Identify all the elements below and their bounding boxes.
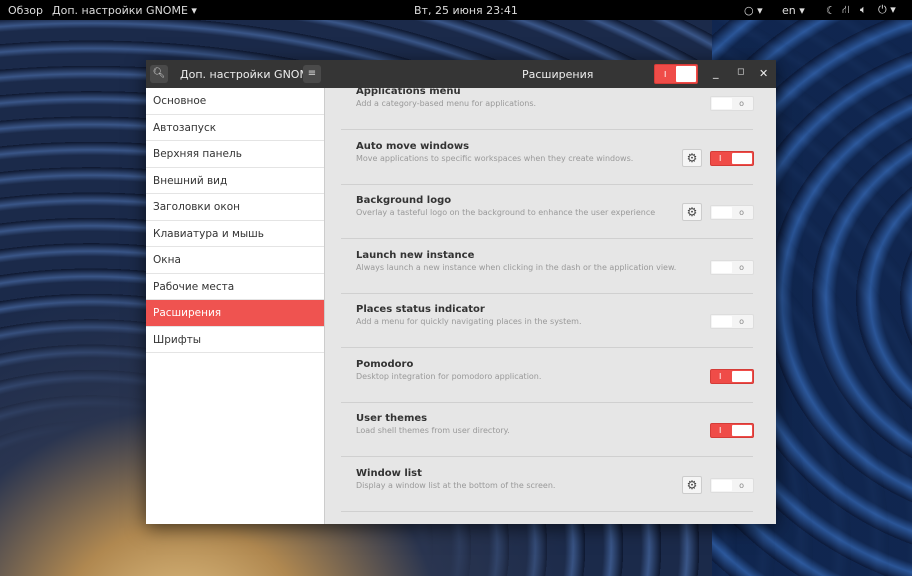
extensions-list[interactable]: Applications menu Add a category-based me… bbox=[326, 88, 776, 524]
hamburger-icon: ≡ bbox=[307, 68, 317, 79]
extension-description: Move applications to specific workspaces… bbox=[356, 153, 634, 163]
volume-icon[interactable]: 🔈︎ bbox=[860, 3, 867, 17]
extension-title: Applications menu bbox=[356, 88, 461, 97]
extension-toggle[interactable]: I bbox=[710, 368, 754, 384]
extension-row: Places status indicator Add a menu for qu… bbox=[341, 294, 754, 348]
extension-description: Load shell themes from user directory. bbox=[356, 426, 510, 435]
sidebar-item[interactable]: Рабочие места bbox=[146, 274, 324, 300]
extension-title: Pomodoro bbox=[356, 358, 414, 370]
extension-title: User themes bbox=[356, 413, 428, 424]
page-title: Расширения bbox=[522, 68, 594, 81]
sidebar-item[interactable]: Автозапуск bbox=[146, 115, 324, 141]
extension-row: Launch new instance Always launch a new i… bbox=[341, 240, 754, 294]
top-bar: Обзор Доп. настройки GNOME ▾ Вт, 25 июня… bbox=[0, 0, 912, 20]
sidebar-item[interactable]: Расширения bbox=[146, 300, 324, 327]
extension-row: Background logo Overlay a tasteful logo o… bbox=[341, 185, 754, 239]
extension-description: Add a menu for quickly navigating places… bbox=[356, 317, 582, 326]
sidebar: Основное Автозапуск Верхняя панель Внешний … bbox=[146, 88, 325, 524]
extension-description: Add a category-based menu for applicatio… bbox=[356, 99, 537, 108]
extension-row: Auto move windows Move applications to sp… bbox=[341, 131, 754, 185]
close-button[interactable]: ✕ bbox=[759, 67, 768, 80]
extension-toggle[interactable]: I bbox=[710, 150, 754, 166]
app-menu-button[interactable]: Доп. настройки GNOME ▾ bbox=[52, 4, 197, 17]
extension-description: Display a window list at the bottom of t… bbox=[356, 480, 556, 490]
extension-title: Launch new instance bbox=[356, 249, 475, 261]
night-light-icon[interactable]: ☾ bbox=[826, 4, 836, 17]
sidebar-item[interactable]: Верхняя панель bbox=[146, 141, 324, 168]
extension-description: Always launch a new instance when clicki… bbox=[356, 262, 677, 272]
extension-title: Background logo bbox=[356, 195, 452, 206]
search-button[interactable]: 🔍︎ bbox=[150, 65, 168, 83]
settings-button[interactable]: ⚙ bbox=[682, 475, 702, 494]
search-icon: 🔍︎ bbox=[152, 68, 166, 79]
power-icon[interactable]: ⏻ ▾ bbox=[878, 3, 896, 17]
status-icon[interactable]: ○ ▾ bbox=[744, 4, 763, 17]
extension-title: Window list bbox=[356, 467, 422, 479]
sidebar-item[interactable]: Клавиатура и мышь bbox=[146, 221, 324, 247]
maximize-button[interactable]: ◻ bbox=[737, 67, 744, 77]
extensions-master-switch[interactable]: I bbox=[654, 64, 698, 84]
sidebar-item[interactable]: Заголовки окон bbox=[146, 194, 324, 221]
extension-row: Window list Display a window list at the … bbox=[341, 458, 754, 512]
extension-description: Overlay a tasteful logo on the backgroun… bbox=[356, 208, 656, 217]
extension-title: Places status indicator bbox=[356, 304, 485, 315]
tweaks-window: 🔍︎ Доп. настройки GNOME ≡ Расширения I _… bbox=[146, 60, 776, 524]
header-bar: 🔍︎ Доп. настройки GNOME ≡ Расширения I _… bbox=[146, 60, 776, 88]
settings-button[interactable]: ⚙ bbox=[682, 148, 702, 167]
clock[interactable]: Вт, 25 июня 23:41 bbox=[414, 4, 518, 17]
extension-toggle[interactable]: o bbox=[710, 205, 754, 220]
activities-button[interactable]: Обзор bbox=[8, 4, 43, 17]
language-selector[interactable]: en ▾ bbox=[782, 4, 805, 17]
extension-toggle[interactable]: o bbox=[710, 96, 754, 111]
extension-toggle[interactable]: I bbox=[710, 423, 754, 438]
sidebar-item[interactable]: Окна bbox=[146, 247, 324, 274]
gear-icon: ⚙ bbox=[686, 205, 698, 219]
extension-row: User themes Load shell themes from user d… bbox=[341, 403, 754, 457]
extension-title: Auto move windows bbox=[356, 140, 470, 152]
network-icon[interactable]: ⛙ bbox=[842, 3, 850, 18]
minimize-button[interactable]: _ bbox=[713, 66, 719, 79]
extension-toggle[interactable]: o bbox=[710, 477, 754, 493]
extension-row: Applications menu Add a category-based me… bbox=[341, 88, 754, 130]
gear-icon: ⚙ bbox=[686, 477, 698, 492]
settings-button[interactable]: ⚙ bbox=[682, 203, 702, 221]
sidebar-item[interactable]: Основное bbox=[146, 88, 324, 115]
extension-description: Desktop integration for pomodoro applica… bbox=[356, 371, 542, 381]
app-title: Доп. настройки GNOME bbox=[180, 68, 316, 81]
extension-toggle[interactable]: o bbox=[710, 314, 754, 329]
menu-button[interactable]: ≡ bbox=[303, 65, 321, 83]
sidebar-item[interactable]: Внешний вид bbox=[146, 168, 324, 194]
gear-icon: ⚙ bbox=[686, 150, 698, 165]
extension-toggle[interactable]: o bbox=[710, 259, 754, 275]
extension-row: Pomodoro Desktop integration for pomodoro… bbox=[341, 349, 754, 403]
sidebar-item[interactable]: Шрифты bbox=[146, 327, 324, 353]
